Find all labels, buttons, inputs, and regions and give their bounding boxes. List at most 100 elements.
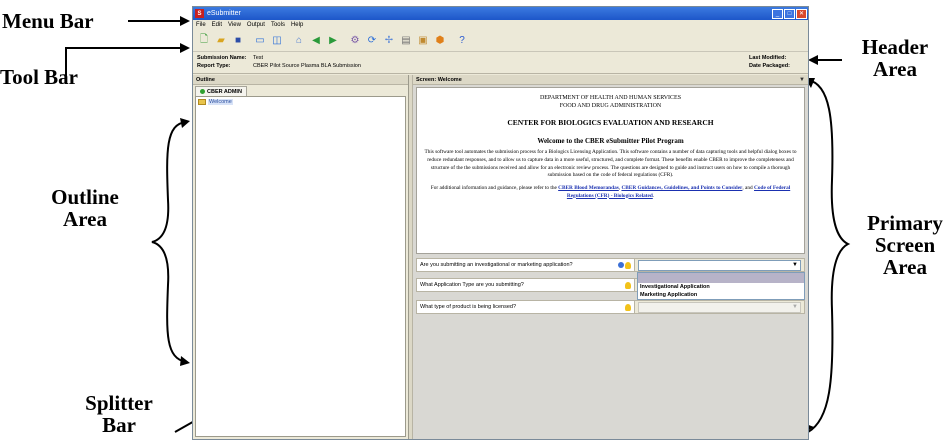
question-icons [625,282,631,289]
menu-file[interactable]: File [196,22,206,28]
submission-name-label: Submission Name: [197,55,247,61]
application-kind-select[interactable]: ▼ [638,259,801,271]
outline-tree: Welcome [195,96,406,437]
product-type-select[interactable]: ▼ [638,301,801,313]
chevron-down-icon: ▼ [792,262,798,268]
info-sep-2: , and [742,184,755,191]
primary-screen-header: Screen: Welcome ▼ [413,75,808,85]
info-suffix: . [652,192,655,199]
stop-icon[interactable]: ⬢ [432,33,448,49]
submission-name-value: Test [253,55,264,61]
info-prefix: For additional information and guidance,… [430,184,559,191]
question-text: What type of product is being licensed? [420,304,517,310]
app-window: S eSubmitter _ □ ✕ File Edit View Output… [192,6,809,440]
outline-area-annotation: Outline Area [30,186,140,230]
lightbulb-icon[interactable] [625,262,631,269]
header-area: Submission Name: Test Last Modified: Rep… [193,52,808,74]
primary-screen-area-annotation: Primary Screen Area [857,212,950,278]
refresh-icon[interactable]: ⟳ [364,33,380,49]
welcome-body: This software tool automates the submiss… [424,149,797,179]
outline-area-annotation-line1: Outline [51,185,119,209]
tab-cber-admin-label: CBER ADMIN [207,88,242,95]
tool-bar-annotation: Tool Bar [0,65,78,89]
question-label: What type of product is being licensed? [417,301,635,313]
home-icon[interactable]: ⌂ [291,33,307,49]
window-icon[interactable]: ▭ [252,33,268,49]
menu-edit[interactable]: Edit [212,22,222,28]
primary-screen-pane: Screen: Welcome ▼ DEPARTMENT OF HEALTH A… [413,75,808,439]
question-label: Are you submitting an investigational or… [417,259,635,271]
outline-title: Outline [193,75,408,85]
welcome-heading: Welcome to the CBER eSubmitter Pilot Pro… [537,137,684,146]
window-controls: _ □ ✕ [772,8,808,19]
primary-screen-body: DEPARTMENT OF HEALTH AND HUMAN SERVICES … [413,85,808,439]
tree-item-welcome[interactable]: Welcome [198,99,403,105]
help-icon[interactable]: ? [454,33,470,49]
primary-area-annotation-line3: Area [883,255,927,280]
dropdown-option-marketing[interactable]: Marketing Application [638,291,804,299]
question-icons [625,304,631,311]
tab-cber-admin[interactable]: CBER ADMIN [195,86,247,96]
window-title: eSubmitter [207,10,241,17]
save-icon[interactable]: ■ [230,33,246,49]
dropdown-list: Investigational Application Marketing Ap… [637,272,805,300]
report-icon[interactable]: ▤ [398,33,414,49]
question-text: Are you submitting an investigational or… [420,262,573,268]
center-name: CENTER FOR BIOLOGICS EVALUATION AND RESE… [507,118,714,128]
forward-icon[interactable]: ▶ [325,33,341,49]
menu-bar-annotation: Menu Bar [2,9,94,33]
settings-icon[interactable]: ⚙ [347,33,363,49]
split-view-icon[interactable]: ◫ [269,33,285,49]
link-cber-guidances[interactable]: CBER Guidances, Guidelines, and Points t… [621,185,742,191]
menu-tools[interactable]: Tools [271,22,285,28]
report-type-value: CBER Pilot Source Plasma BLA Submission [253,63,361,69]
maximize-button[interactable]: □ [784,8,795,19]
dropdown-option-investigational[interactable]: Investigational Application [638,283,804,291]
question-icons [618,262,631,269]
splitter-bar-annotation-line1: Splitter [85,391,153,415]
info-icon[interactable] [618,262,624,268]
outline-pane: Outline CBER ADMIN Welcome [193,75,409,439]
question-label: What Application Type are you submitting… [417,279,635,291]
question-row: What type of product is being licensed? … [416,300,805,314]
menu-output[interactable]: Output [247,22,265,28]
app-logo-icon: S [195,9,204,18]
close-button[interactable]: ✕ [796,8,807,19]
status-dot-icon [200,89,205,94]
outline-area-annotation-line2: Area [63,207,107,232]
lightbulb-icon[interactable] [625,304,631,311]
question-text: What Application Type are you submitting… [420,282,524,288]
dept-line-1: DEPARTMENT OF HEALTH AND HUMAN SERVICES [539,95,682,101]
tree-item-label: Welcome [208,99,233,105]
minimize-button[interactable]: _ [772,8,783,19]
link-cber-blood-memorandas[interactable]: CBER Blood Memorandas [558,185,619,191]
menu-view[interactable]: View [228,22,241,28]
outline-tabs: CBER ADMIN [193,85,408,96]
menu-help[interactable]: Help [291,22,303,28]
header-area-annotation: Header Area [845,36,945,80]
lightbulb-icon[interactable] [625,282,631,289]
collapse-arrow-icon[interactable]: ▼ [799,77,805,83]
tool-bar: 🗋 ▰ ■ ▭ ◫ ⌂ ◀ ▶ ⚙ ⟳ ✢ ▤ ▣ ⬢ ? [193,30,808,52]
new-document-icon[interactable]: 🗋 [196,33,212,49]
open-folder-icon[interactable]: ▰ [213,33,229,49]
header-area-annotation-line1: Header [861,35,929,59]
title-bar[interactable]: S eSubmitter _ □ ✕ [193,7,808,20]
date-packaged-label: Date Packaged: [749,63,790,69]
primary-area-annotation-line1: Primary [867,211,943,235]
splitter-bar-annotation: Splitter Bar [74,392,164,436]
welcome-info: For additional information and guidance,… [423,185,798,200]
dept-line-2: FOOD AND DRUG ADMINISTRATION [559,103,662,110]
screen-title: Screen: Welcome [416,76,462,83]
folder-icon [198,99,206,105]
welcome-panel: DEPARTMENT OF HEALTH AND HUMAN SERVICES … [416,87,805,254]
question-row: Are you submitting an investigational or… [416,258,805,272]
clipboard-icon[interactable]: ▣ [415,33,431,49]
splitter-bar-annotation-line2: Bar [102,413,136,438]
primary-area-annotation-line2: Screen [874,233,936,258]
back-icon[interactable]: ◀ [308,33,324,49]
move-icon[interactable]: ✢ [381,33,397,49]
dropdown-option-blank[interactable] [638,273,804,283]
menu-bar: File Edit View Output Tools Help [193,20,808,30]
header-area-annotation-line2: Area [873,57,917,82]
